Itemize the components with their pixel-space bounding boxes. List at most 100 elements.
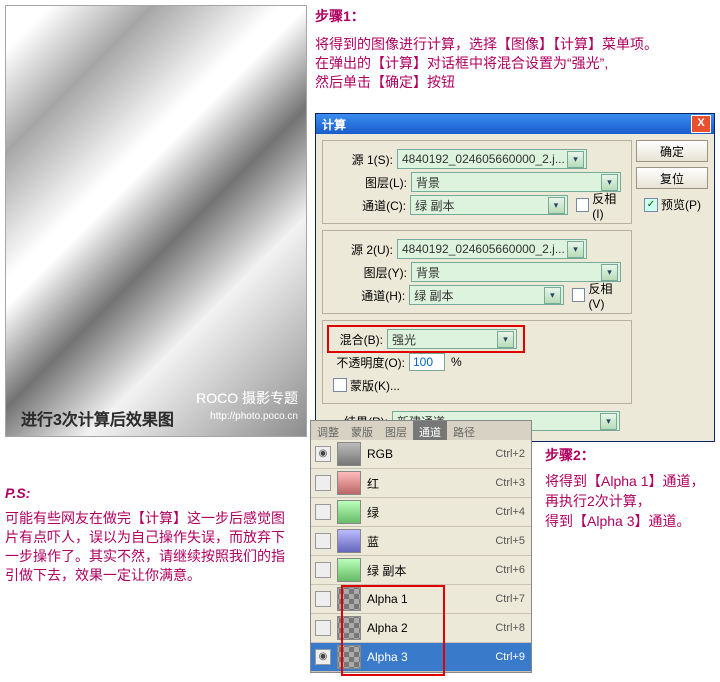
src1-label: 源 1(S): xyxy=(327,151,393,168)
tab-调整[interactable]: 调整 xyxy=(311,421,345,440)
watermark-url: http://photo.poco.cn xyxy=(210,411,298,422)
channel-thumb xyxy=(337,616,361,640)
chevron-down-icon: ▾ xyxy=(601,174,618,191)
src1-channel-select[interactable]: 绿 副本 ▾ xyxy=(410,195,567,215)
ps-body: 可能有些网友在做完【计算】这一步后感觉图片有点吓人，误以为自己操作失误，而放弃下… xyxy=(5,509,295,585)
chevron-down-icon: ▾ xyxy=(544,287,561,304)
blend-mode-select[interactable]: 强光 ▾ xyxy=(387,329,517,349)
channel-row[interactable]: 绿Ctrl+4 xyxy=(311,498,531,527)
blend-label: 混合(B): xyxy=(331,331,383,348)
chevron-down-icon: ▾ xyxy=(567,151,584,168)
step2-heading: 步骤2： xyxy=(545,445,704,465)
visibility-icon[interactable] xyxy=(315,533,331,549)
close-icon[interactable]: X xyxy=(691,115,711,133)
channel-name: 绿 xyxy=(367,504,495,521)
step1-heading: 步骤1： xyxy=(315,6,365,26)
step1-text: 将得到的图像进行计算，选择【图像】【计算】菜单项。 在弹出的【计算】对话框中将混… xyxy=(315,35,715,92)
image-caption: 进行3次计算后效果图 xyxy=(21,406,174,430)
step2-text: 步骤2： 将得到【Alpha 1】通道， 再执行2次计算， 得到【Alpha 3… xyxy=(545,445,704,531)
step2-line3: 得到【Alpha 3】通道。 xyxy=(545,511,704,531)
visibility-icon[interactable] xyxy=(315,620,331,636)
channel-name: 绿 副本 xyxy=(367,562,495,579)
src2-layer-label: 图层(Y): xyxy=(357,264,407,281)
src1-channel-label: 通道(C): xyxy=(357,197,406,214)
channel-row[interactable]: 红Ctrl+3 xyxy=(311,469,531,498)
channel-thumb xyxy=(337,558,361,582)
visibility-icon[interactable] xyxy=(315,562,331,578)
channel-shortcut: Ctrl+4 xyxy=(495,506,525,518)
src2-file-value: 4840192_024605660000_2.j... xyxy=(402,242,565,256)
src1-layer-value: 背景 xyxy=(416,174,440,191)
percent-sign: % xyxy=(451,355,462,369)
channels-panel: 调整蒙版图层通道路径 ◉RGBCtrl+2红Ctrl+3绿Ctrl+4蓝Ctrl… xyxy=(310,420,532,673)
src2-channel-select[interactable]: 绿 副本 ▾ xyxy=(409,285,564,305)
visibility-icon[interactable]: ◉ xyxy=(315,649,331,665)
step2-line2: 再执行2次计算， xyxy=(545,491,704,511)
channel-thumb xyxy=(337,500,361,524)
mask-checkbox[interactable] xyxy=(333,378,347,392)
channel-shortcut: Ctrl+9 xyxy=(495,651,525,663)
src1-channel-value: 绿 副本 xyxy=(415,197,454,214)
channel-shortcut: Ctrl+5 xyxy=(495,535,525,547)
src2-channel-value: 绿 副本 xyxy=(414,287,453,304)
channel-row[interactable]: 蓝Ctrl+5 xyxy=(311,527,531,556)
opacity-input[interactable]: 100 xyxy=(409,353,445,371)
blend-highlight: 混合(B): 强光 ▾ xyxy=(327,325,525,353)
visibility-icon[interactable] xyxy=(315,504,331,520)
src1-file-value: 4840192_024605660000_2.j... xyxy=(402,152,565,166)
src1-layer-select[interactable]: 背景 ▾ xyxy=(411,172,621,192)
tab-通道[interactable]: 通道 xyxy=(413,421,447,440)
channel-thumb xyxy=(337,529,361,553)
chevron-down-icon: ▾ xyxy=(497,331,514,348)
tab-图层[interactable]: 图层 xyxy=(379,421,413,440)
step2-line1: 将得到【Alpha 1】通道， xyxy=(545,471,704,491)
panel-tabs: 调整蒙版图层通道路径 xyxy=(311,421,531,440)
blend-value: 强光 xyxy=(392,331,416,348)
sample-image: ROCO 摄影专题 http://photo.poco.cn 进行3次计算后效果… xyxy=(5,5,307,437)
step1-line1: 将得到的图像进行计算，选择【图像】【计算】菜单项。 xyxy=(315,35,715,54)
src1-invert-checkbox[interactable] xyxy=(576,198,590,212)
channel-shortcut: Ctrl+7 xyxy=(495,593,525,605)
src1-file-select[interactable]: 4840192_024605660000_2.j...▾ xyxy=(397,149,587,169)
chevron-down-icon: ▾ xyxy=(601,264,618,281)
channel-name: 蓝 xyxy=(367,533,495,550)
dialog-title: 计算 xyxy=(322,116,691,133)
visibility-icon[interactable]: ◉ xyxy=(315,446,331,462)
src2-file-select[interactable]: 4840192_024605660000_2.j...▾ xyxy=(397,239,587,259)
channel-name: Alpha 3 xyxy=(367,650,495,664)
channel-row[interactable]: ◉ Alpha 3Ctrl+9 xyxy=(311,643,531,672)
channel-name: Alpha 1 xyxy=(367,592,495,606)
visibility-icon[interactable] xyxy=(315,591,331,607)
src2-layer-value: 背景 xyxy=(416,264,440,281)
dialog-titlebar[interactable]: 计算 X xyxy=(316,114,714,134)
watermark-text: ROCO 摄影专题 xyxy=(196,388,298,408)
channel-thumb xyxy=(337,442,361,466)
channel-thumb xyxy=(337,587,361,611)
ps-heading: P.S: xyxy=(5,484,295,503)
opacity-label: 不透明度(O): xyxy=(327,354,405,371)
chevron-down-icon: ▾ xyxy=(548,197,565,214)
channel-shortcut: Ctrl+6 xyxy=(495,564,525,576)
reset-button[interactable]: 复位 xyxy=(636,167,708,189)
channel-row[interactable]: Alpha 2Ctrl+8 xyxy=(311,614,531,643)
preview-checkbox[interactable]: ✓ xyxy=(644,198,658,212)
src2-channel-label: 通道(H): xyxy=(357,287,405,304)
tab-蒙版[interactable]: 蒙版 xyxy=(345,421,379,440)
visibility-icon[interactable] xyxy=(315,475,331,491)
channel-name: RGB xyxy=(367,447,495,461)
ps-note: P.S: 可能有些网友在做完【计算】这一步后感觉图片有点吓人，误以为自己操作失误… xyxy=(5,484,295,585)
channel-shortcut: Ctrl+8 xyxy=(495,622,525,634)
channel-thumb xyxy=(337,471,361,495)
src2-invert-label: 反相(V) xyxy=(588,280,627,311)
src1-invert-label: 反相(I) xyxy=(592,190,627,221)
src2-invert-checkbox[interactable] xyxy=(572,288,586,302)
tab-路径[interactable]: 路径 xyxy=(447,421,481,440)
step1-line2: 在弹出的【计算】对话框中将混合设置为“强光”, xyxy=(315,54,715,73)
ok-button[interactable]: 确定 xyxy=(636,140,708,162)
channel-row[interactable]: 绿 副本Ctrl+6 xyxy=(311,556,531,585)
mask-label: 蒙版(K)... xyxy=(350,377,400,394)
channel-row[interactable]: ◉RGBCtrl+2 xyxy=(311,440,531,469)
src2-layer-select[interactable]: 背景 ▾ xyxy=(411,262,621,282)
channel-row[interactable]: Alpha 1Ctrl+7 xyxy=(311,585,531,614)
src1-layer-label: 图层(L): xyxy=(357,174,407,191)
